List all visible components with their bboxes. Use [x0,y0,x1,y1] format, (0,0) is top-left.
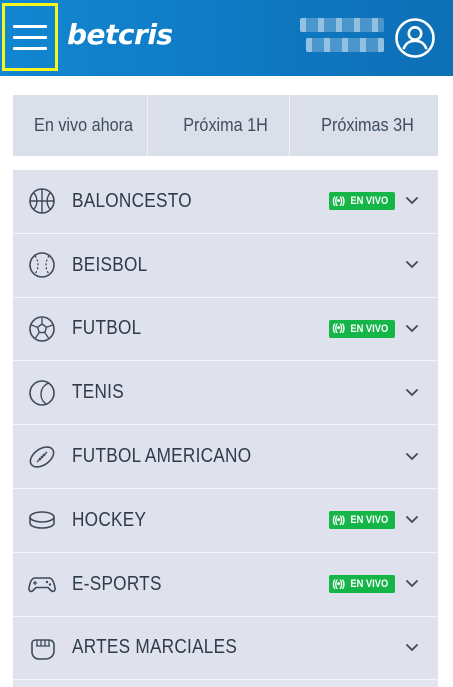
hockey-puck-icon [27,505,57,535]
live-badge-label: EN VIVO [350,578,389,591]
gamepad-icon [27,569,57,599]
brand-logo[interactable]: betcris [67,18,173,51]
live-signal-icon: ((•)) [332,514,345,526]
sport-row-baloncesto[interactable]: BALONCESTO ((•)) EN VIVO [13,170,438,234]
chevron-down-icon[interactable] [404,513,420,527]
chevron-down-icon[interactable] [404,386,420,400]
live-signal-icon: ((•)) [332,578,345,590]
live-badge-label: EN VIVO [350,322,389,335]
tab-next-3h[interactable]: Próximas 3H [304,95,431,156]
sport-row-artes-marciales[interactable]: ARTES MARCIALES [13,616,438,681]
tab-next-1h[interactable]: Próxima 1H [162,95,290,156]
redacted-user-info [300,18,384,56]
sport-label: ARTES MARCIALES [72,636,238,659]
live-badge: ((•)) EN VIVO [329,192,395,211]
sport-label: FUTBOL AMERICANO [72,445,252,468]
live-badge: ((•)) EN VIVO [329,575,395,594]
chevron-down-icon[interactable] [404,641,420,655]
sport-row-futbol-americano[interactable]: FUTBOL AMERICANO [13,425,438,489]
sport-row-e-sports[interactable]: E-SPORTS ((•)) EN VIVO [13,552,438,617]
sport-label: HOCKEY [72,508,147,531]
live-badge-label: EN VIVO [350,195,389,208]
sport-label: BALONCESTO [72,189,192,212]
live-badge: ((•)) EN VIVO [329,319,395,338]
live-signal-icon: ((•)) [332,195,345,207]
hamburger-icon-line [13,35,47,39]
live-signal-icon: ((•)) [332,323,345,335]
live-badge-label: EN VIVO [350,514,389,527]
app-header: betcris [0,0,453,76]
chevron-down-icon[interactable] [404,322,420,336]
american-football-icon [27,442,57,472]
sport-row-beisbol[interactable]: BEISBOL [13,233,438,298]
menu-button[interactable] [2,3,58,71]
chevron-down-icon[interactable] [404,450,420,464]
baseball-icon [27,250,57,280]
chevron-down-icon[interactable] [404,258,420,272]
tab-live-now[interactable]: En vivo ahora [20,95,148,156]
sport-row-hockey[interactable]: HOCKEY ((•)) EN VIVO [13,488,438,553]
sport-label: E-SPORTS [72,572,162,595]
sport-label: BEISBOL [72,253,148,276]
hamburger-icon-line [13,46,47,50]
sport-label: FUTBOL [72,317,142,340]
time-filter-tabs: En vivo ahora Próxima 1H Próximas 3H [13,95,438,156]
soccer-ball-icon [27,314,57,344]
sport-label: TENIS [72,381,124,404]
tennis-ball-icon [27,378,57,408]
sport-row-futbol[interactable]: FUTBOL ((•)) EN VIVO [13,297,438,362]
live-badge: ((•)) EN VIVO [329,511,395,530]
hamburger-icon [13,24,47,28]
basketball-icon [27,186,57,216]
chevron-down-icon[interactable] [404,194,420,208]
fist-icon [27,633,57,663]
user-icon[interactable] [394,17,436,59]
sports-list: BALONCESTO ((•)) EN VIVO BEISBOL FUTBOL ((•))… [13,170,438,687]
sport-row-tenis[interactable]: TENIS [13,361,438,426]
chevron-down-icon[interactable] [404,577,420,591]
